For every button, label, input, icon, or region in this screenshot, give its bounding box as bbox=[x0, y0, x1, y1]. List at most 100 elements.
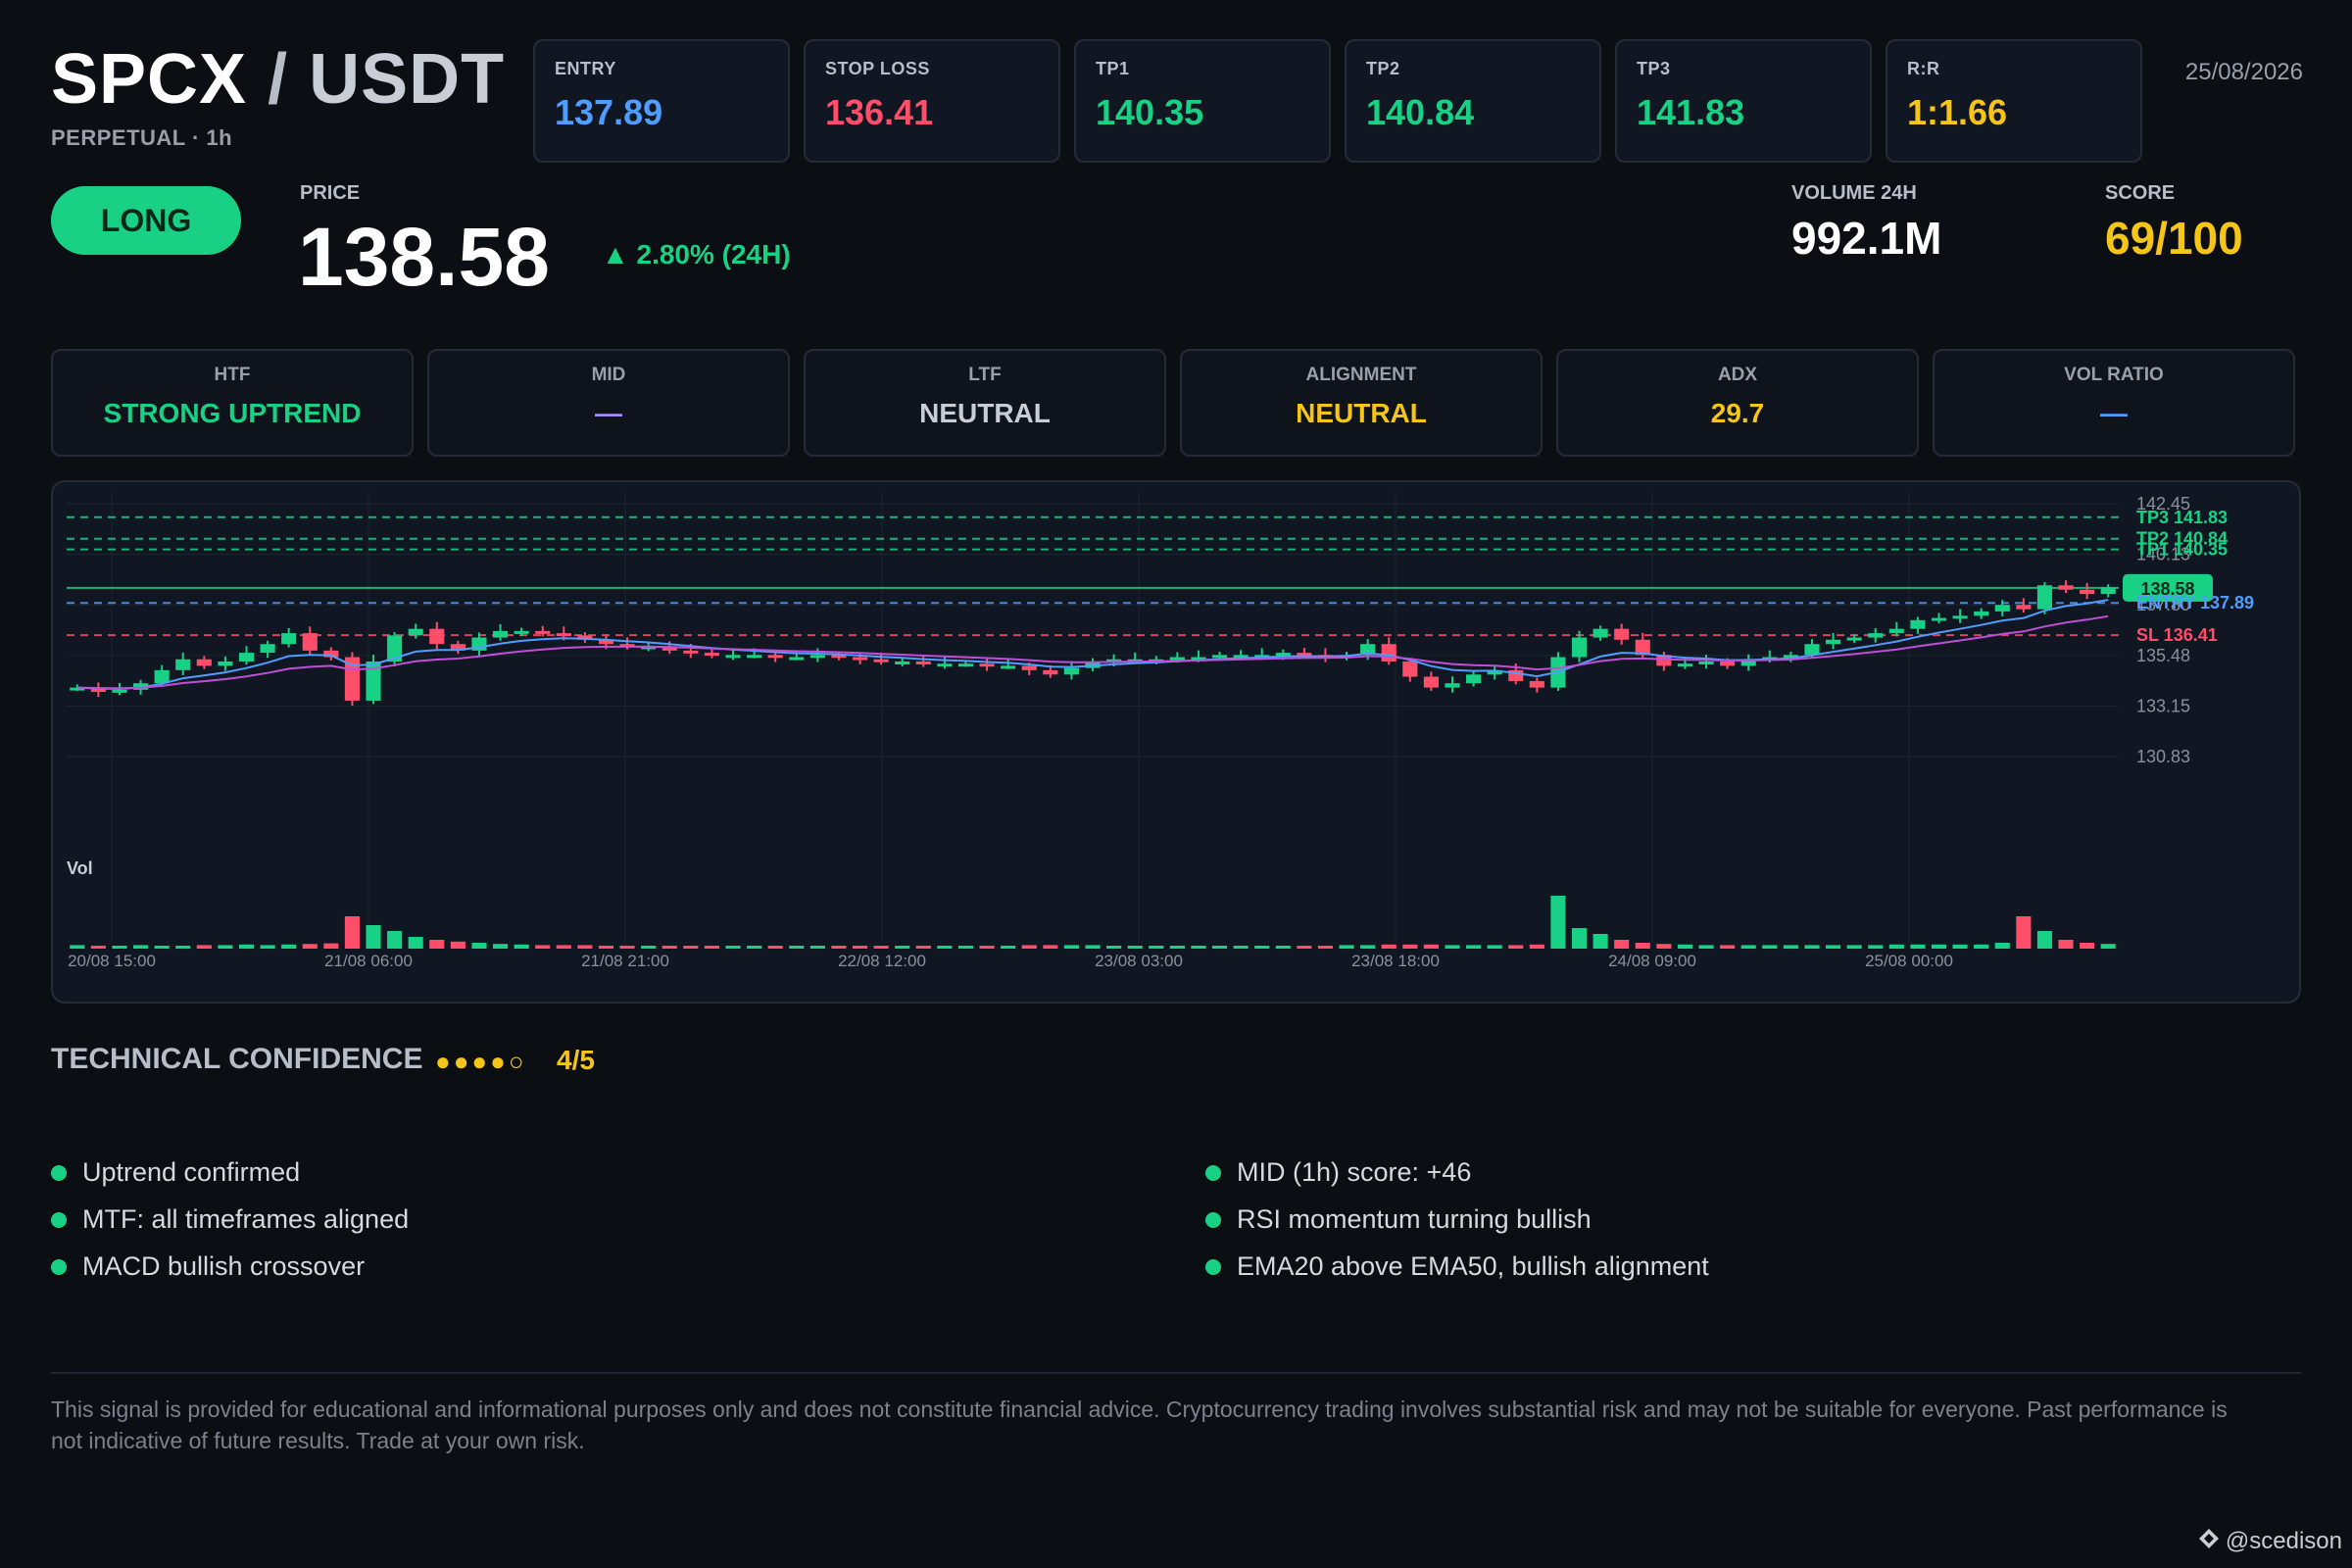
quote-symbol: USDT bbox=[309, 40, 506, 119]
reason-text: MID (1h) score: +46 bbox=[1237, 1157, 1472, 1187]
candle-body bbox=[1402, 661, 1418, 677]
alignment-indicator: ALIGNMENT NEUTRAL bbox=[1180, 349, 1543, 457]
watermark-handle: @scedison bbox=[2225, 1527, 2342, 1554]
reason-item: Uptrend confirmed bbox=[51, 1152, 1129, 1200]
candle-body bbox=[1868, 633, 1884, 638]
volume-bar bbox=[1656, 944, 1672, 949]
candle-body bbox=[260, 644, 275, 654]
volume-bar bbox=[70, 945, 85, 949]
candle-body bbox=[112, 689, 127, 693]
level-label-entry: ENTRY 137.89 bbox=[2136, 593, 2254, 612]
volume-bar bbox=[1466, 945, 1482, 949]
volume-bar bbox=[90, 946, 106, 949]
time-tick-label: 23/08 18:00 bbox=[1351, 952, 1440, 970]
volume-bar bbox=[1698, 945, 1714, 949]
time-tick-label: 25/08 00:00 bbox=[1865, 952, 1953, 970]
volume-label: Vol bbox=[67, 858, 93, 878]
candle-body bbox=[429, 628, 445, 645]
volume-bar bbox=[514, 944, 529, 949]
volume-bar bbox=[1043, 945, 1058, 949]
volume-bar bbox=[2080, 943, 2095, 949]
volume-bar bbox=[535, 945, 551, 949]
candle-body bbox=[2016, 605, 2032, 610]
score-label: SCORE bbox=[2105, 182, 2176, 204]
level-label-tp3: TP3 141.83 bbox=[2136, 508, 2228, 527]
stop-loss-box: STOP LOSS 136.41 bbox=[804, 39, 1060, 163]
volume-bar bbox=[852, 946, 868, 949]
alignment-value: NEUTRAL bbox=[1296, 398, 1427, 428]
candle-body bbox=[218, 661, 233, 666]
time-tick-label: 22/08 12:00 bbox=[838, 952, 926, 970]
score-value: 69/100 bbox=[2105, 213, 2243, 264]
volume-bar bbox=[1974, 944, 1989, 949]
risk-reward-value: 1:1.66 bbox=[1907, 92, 2008, 132]
volume-value: 992.1M bbox=[1791, 213, 1942, 264]
price-tick-label: 135.48 bbox=[2136, 646, 2190, 665]
candle-body bbox=[1275, 653, 1291, 657]
alignment-label: ALIGNMENT bbox=[1305, 365, 1417, 385]
volume-bar bbox=[2016, 916, 2032, 949]
volume-bar bbox=[683, 946, 699, 949]
candle-body bbox=[852, 657, 868, 661]
price-tick-label: 133.15 bbox=[2136, 696, 2190, 715]
volume-bar bbox=[1720, 945, 1736, 949]
candle-body bbox=[196, 659, 212, 666]
reason-item: MID (1h) score: +46 bbox=[1205, 1152, 2283, 1200]
volume-bar bbox=[662, 946, 677, 949]
volume-bar bbox=[937, 946, 953, 949]
reason-text: EMA20 above EMA50, bullish alignment bbox=[1237, 1251, 1709, 1281]
market-type: PERPETUAL · 1h bbox=[51, 125, 233, 150]
time-tick-label: 20/08 15:00 bbox=[68, 952, 156, 970]
tp2-label: TP2 bbox=[1366, 59, 1400, 78]
bullet-dot-icon bbox=[1205, 1165, 1221, 1181]
volume-bar bbox=[1211, 946, 1228, 949]
reasons-right: MID (1h) score: +46 RSI momentum turning… bbox=[1205, 1152, 2283, 1294]
volume-bar bbox=[789, 946, 805, 949]
candle-body bbox=[1466, 674, 1482, 684]
volume-bar bbox=[1910, 944, 1926, 949]
volume-bar bbox=[809, 946, 825, 949]
volume-bar bbox=[1888, 944, 1904, 949]
volume-bar bbox=[1317, 946, 1334, 949]
volume-bar bbox=[2100, 944, 2116, 949]
volume-bar bbox=[1826, 945, 1841, 949]
candle-body bbox=[1994, 605, 2010, 612]
confidence-dots: ●●●●○ bbox=[435, 1047, 527, 1076]
signal-card: SPCX / USDT PERPETUAL · 1h ENTRY 137.89 … bbox=[0, 0, 2352, 1568]
price-chart: 20/08 15:00 21/08 06:00 21/08 21:00 22/08 1… bbox=[51, 480, 2301, 1004]
volume-bar bbox=[704, 946, 719, 949]
volume-bar bbox=[323, 943, 339, 949]
watermark: @scedison bbox=[2198, 1528, 2342, 1556]
tp1-label: TP1 bbox=[1096, 59, 1130, 78]
entry-value: 137.89 bbox=[555, 92, 663, 132]
time-tick-label: 21/08 21:00 bbox=[581, 952, 669, 970]
current-price: 138.58 bbox=[298, 211, 550, 303]
bullet-dot-icon bbox=[51, 1259, 67, 1275]
tp3-box: TP3 141.83 bbox=[1615, 39, 1872, 163]
volume-bar bbox=[1804, 945, 1820, 949]
volume-bar bbox=[556, 945, 571, 949]
candle-body bbox=[1001, 665, 1016, 669]
disclaimer-text: This signal is provided for educational … bbox=[51, 1396, 2228, 1453]
volume-bar bbox=[1127, 946, 1143, 949]
volume-bar bbox=[1191, 946, 1206, 949]
volume-bar bbox=[831, 946, 847, 949]
volume-bar bbox=[238, 944, 255, 949]
candle-body bbox=[154, 669, 170, 684]
time-tick-label: 24/08 09:00 bbox=[1608, 952, 1696, 970]
bullet-dot-icon bbox=[51, 1212, 67, 1228]
candle-body bbox=[1826, 639, 1841, 645]
volume-bar bbox=[1233, 946, 1249, 949]
volume-bar bbox=[1275, 946, 1291, 949]
volume-bar bbox=[1021, 945, 1037, 949]
footer-divider bbox=[51, 1372, 2301, 1374]
reason-item: EMA20 above EMA50, bullish alignment bbox=[1205, 1247, 2283, 1294]
tp2-value: 140.84 bbox=[1366, 92, 1475, 132]
volume-bar bbox=[1254, 946, 1270, 949]
candle-body bbox=[1974, 611, 1989, 616]
candle-body bbox=[556, 633, 571, 637]
price-tick-label: 130.83 bbox=[2136, 747, 2190, 766]
candle-body bbox=[302, 633, 318, 651]
volume-bar bbox=[1931, 944, 1947, 949]
entry-box: ENTRY 137.89 bbox=[533, 39, 790, 163]
